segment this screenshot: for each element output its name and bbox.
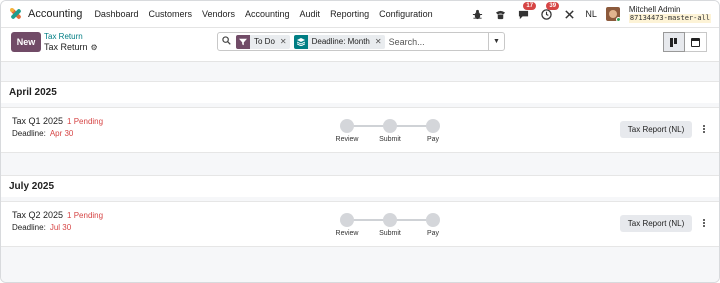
kanban-list: April 2025 Tax Q1 2025 1 Pending Deadline…	[1, 62, 719, 282]
search-bar: To Do ✕ Deadline: Month ✕ ▼	[217, 32, 505, 51]
tax-report-button[interactable]: Tax Report (NL)	[620, 215, 692, 232]
step-review-label: Review	[335, 230, 359, 237]
facet-groupby-value: Deadline: Month	[307, 34, 373, 49]
step-pay-dot[interactable]	[426, 119, 440, 133]
record-title: Tax Q2 2025 1 Pending	[12, 210, 103, 220]
systray: 17 39 NL Mitchell Admin 87134473-master-…	[470, 2, 711, 23]
step-submit-label: Submit	[379, 136, 401, 143]
breadcrumb-parent[interactable]: Tax Return	[44, 32, 83, 41]
menu-reporting[interactable]: Reporting	[330, 9, 369, 19]
group-header-july-2025[interactable]: July 2025	[1, 175, 719, 197]
breadcrumb-current: Tax Return ⚙	[44, 42, 98, 52]
progress-steps: Review Submit Pay	[329, 209, 449, 239]
top-navbar: Accounting Dashboard Customers Vendors A…	[1, 1, 719, 28]
more-options-icon[interactable]	[701, 122, 707, 136]
step-review-label: Review	[335, 136, 359, 143]
accounting-app-icon[interactable]	[9, 7, 23, 21]
view-switcher	[663, 32, 707, 52]
chat-icon[interactable]: 17	[516, 2, 537, 21]
calendar-icon	[691, 37, 700, 47]
deadline-label: Deadline:	[12, 223, 46, 232]
step-pay-dot[interactable]	[426, 213, 440, 227]
group-header-april-2025[interactable]: April 2025	[1, 81, 719, 103]
gear-icon[interactable]: ⚙	[91, 43, 98, 52]
user-name: Mitchell Admin	[628, 5, 681, 14]
menu-vendors[interactable]: Vendors	[202, 9, 235, 19]
menu-accounting[interactable]: Accounting	[245, 9, 290, 19]
search-icon[interactable]	[222, 36, 231, 47]
language-switcher[interactable]: NL	[585, 9, 597, 19]
kanban-icon	[669, 37, 679, 47]
step-review-dot[interactable]	[340, 213, 354, 227]
record-name: Tax Q1 2025	[12, 116, 64, 126]
deadline-date: Jul 30	[49, 223, 72, 232]
deadline-label: Deadline:	[12, 129, 46, 138]
step-submit-dot[interactable]	[383, 119, 397, 133]
progress-steps: Review Submit Pay	[329, 115, 449, 145]
facet-filter: To Do ✕	[236, 34, 290, 49]
record-title: Tax Q1 2025 1 Pending	[12, 116, 103, 126]
filter-icon	[236, 34, 250, 49]
avatar[interactable]	[605, 7, 620, 21]
bug-icon[interactable]	[470, 7, 484, 21]
phone-icon[interactable]	[493, 7, 507, 21]
new-button[interactable]: New	[11, 32, 41, 52]
app-name[interactable]: Accounting	[28, 8, 82, 20]
remove-groupby-facet-icon[interactable]: ✕	[372, 34, 385, 49]
step-pay-label: Pay	[426, 230, 440, 237]
step-submit-label: Submit	[379, 230, 401, 237]
calendar-view-button[interactable]	[685, 32, 707, 52]
kanban-view-button[interactable]	[663, 32, 685, 52]
record-name: Tax Q2 2025	[12, 210, 64, 220]
app-window: Accounting Dashboard Customers Vendors A…	[0, 0, 720, 283]
record-deadline: Deadline: Apr 30	[12, 129, 73, 138]
user-menu[interactable]: Mitchell Admin 87134473-master-all	[628, 5, 711, 23]
more-options-icon[interactable]	[701, 216, 707, 230]
list-item[interactable]: Tax Q1 2025 1 Pending Deadline: Apr 30 Rev…	[1, 107, 719, 153]
search-options-toggle-icon[interactable]: ▼	[488, 33, 504, 50]
page-title: Tax Return	[44, 42, 88, 52]
step-pay-label: Pay	[426, 136, 440, 143]
tools-icon[interactable]	[562, 7, 576, 21]
deadline-date: Apr 30	[49, 129, 74, 138]
menu-customers[interactable]: Customers	[148, 9, 192, 19]
step-submit-dot[interactable]	[383, 213, 397, 227]
pending-count[interactable]: 1 Pending	[67, 117, 103, 126]
list-item[interactable]: Tax Q2 2025 1 Pending Deadline: Jul 30 Rev…	[1, 201, 719, 247]
pending-count[interactable]: 1 Pending	[67, 211, 103, 220]
database-name: 87134473-master-all	[628, 14, 711, 23]
step-review-dot[interactable]	[340, 119, 354, 133]
layers-icon	[293, 34, 308, 49]
facet-groupby: Deadline: Month ✕	[293, 34, 385, 49]
facet-filter-value: To Do	[250, 34, 278, 49]
activity-clock-icon[interactable]: 39	[539, 2, 560, 21]
record-deadline: Deadline: Jul 30	[12, 223, 71, 232]
menu-dashboard[interactable]: Dashboard	[94, 9, 138, 19]
control-panel: New Tax Return Tax Return ⚙ To Do ✕ Dead…	[1, 28, 719, 62]
search-input[interactable]	[388, 34, 479, 49]
menu-audit[interactable]: Audit	[300, 9, 321, 19]
activity-badge: 39	[546, 2, 560, 10]
menu-configuration[interactable]: Configuration	[379, 9, 433, 19]
chat-badge: 17	[523, 2, 537, 10]
remove-filter-facet-icon[interactable]: ✕	[277, 34, 290, 49]
tax-report-button[interactable]: Tax Report (NL)	[620, 121, 692, 138]
